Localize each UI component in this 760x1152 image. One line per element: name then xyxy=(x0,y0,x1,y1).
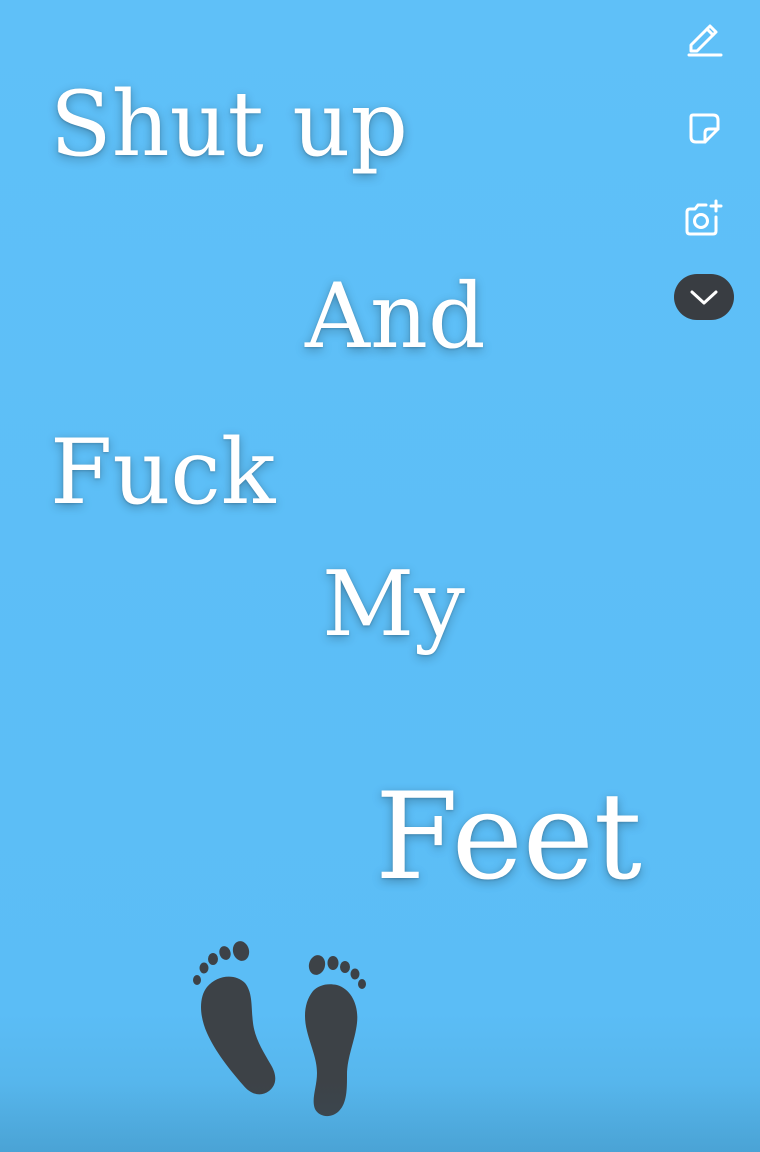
collapse-tools-button[interactable] xyxy=(674,274,734,320)
pencil-icon xyxy=(683,15,725,57)
sticker-button[interactable] xyxy=(674,104,734,152)
footprints-icon xyxy=(185,935,375,1125)
story-text-line-1: Shut up xyxy=(50,72,408,177)
camera-add-icon xyxy=(682,197,726,239)
left-footprint-icon xyxy=(193,941,276,1095)
bottom-shade xyxy=(0,1082,760,1152)
story-text-line-3: Fuck xyxy=(50,420,276,525)
sticker-icon xyxy=(683,107,725,149)
story-text-line-5: Feet xyxy=(375,768,642,907)
draw-button[interactable] xyxy=(674,12,734,60)
story-canvas: Shut up And Fuck My Feet xyxy=(0,0,760,1152)
chevron-down-icon xyxy=(688,287,720,307)
story-text-line-4: My xyxy=(322,552,465,657)
add-photo-button[interactable] xyxy=(674,194,734,242)
story-text-line-2: And xyxy=(305,264,486,369)
right-footprint-icon xyxy=(305,955,366,1117)
